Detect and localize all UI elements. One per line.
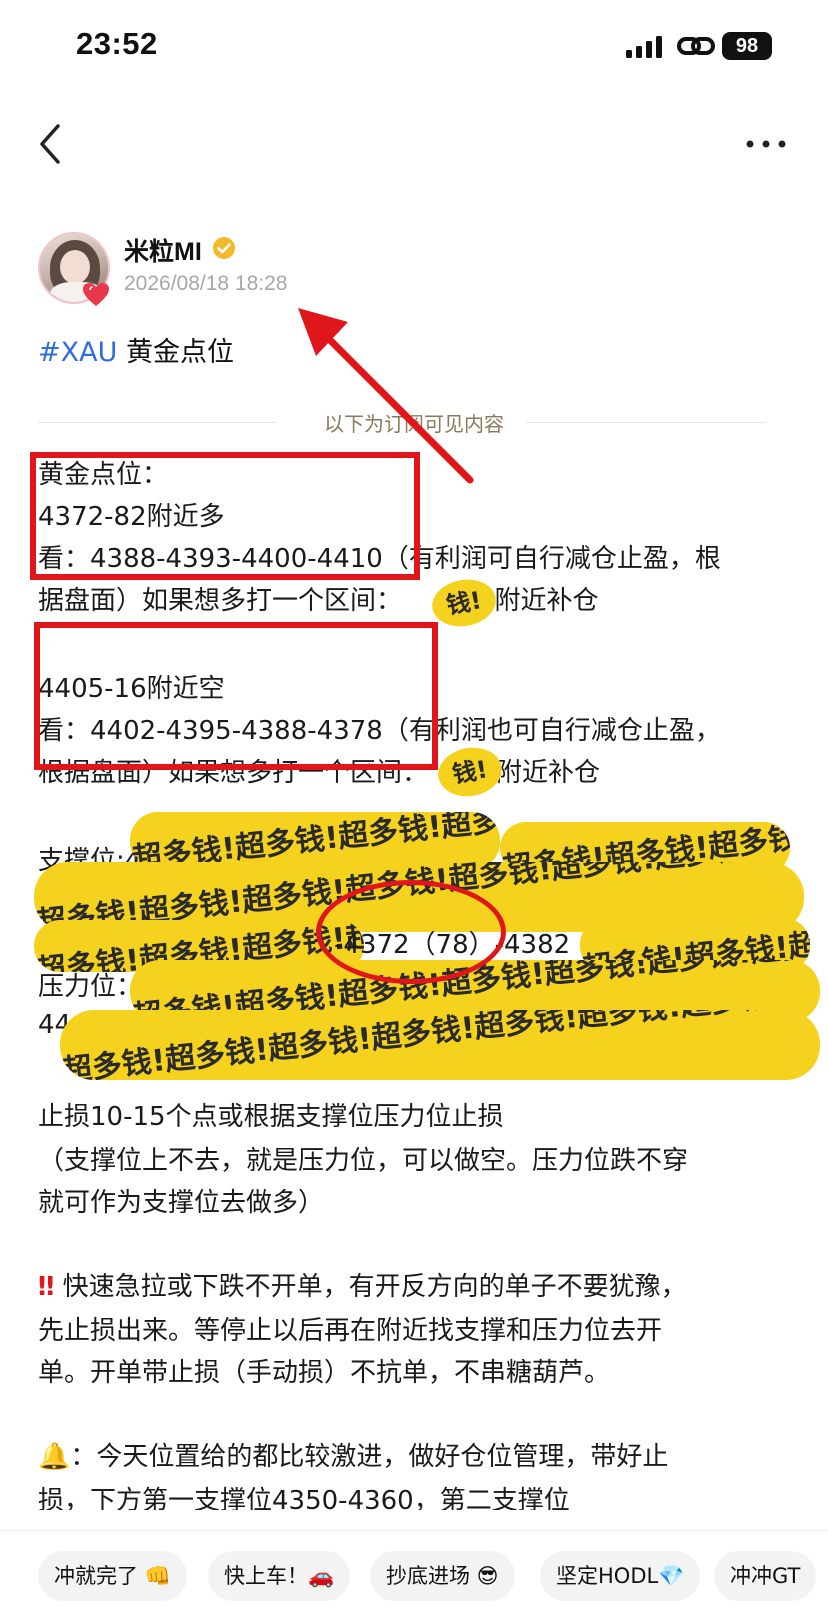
post-title: #XAU 黄金点位 [38, 330, 234, 369]
body-line: 附近补仓 [496, 758, 601, 788]
double-exclamation-icon: ‼ [38, 1272, 55, 1302]
link-icon [677, 37, 715, 55]
heart-icon [83, 283, 109, 306]
body-line: 损，下方第一支撑位4350-4360，第二支撑位 [38, 1486, 570, 1510]
divider-line-left [38, 422, 276, 423]
status-bar: 23:52 98 [0, 0, 828, 96]
chip-reaction[interactable]: 快上车！🚗 [208, 1551, 351, 1601]
body-line: 先止损出来。等停止以后再在附近找支撑和压力位去开 [38, 1316, 663, 1346]
censor-mark: 钱! [434, 742, 506, 802]
bell-icon: 🔔 [38, 1442, 71, 1472]
body-line: 止损10-15个点或根据支撑位压力位止损 [38, 1102, 504, 1132]
signal-icon [626, 36, 662, 58]
body-line: 就可作为支撑位去做多） [38, 1188, 325, 1218]
body-line: ‼ 快速急拉或下跌不开单，有开反方向的单子不要犹豫， [38, 1272, 687, 1302]
body-line: 单。开单带止损（手动损）不抗单，不串糖葫芦。 [38, 1358, 611, 1388]
author-name[interactable]: 米粒MI [124, 232, 202, 268]
more-icon[interactable] [744, 134, 788, 154]
body-line: （支撑位上不去，就是压力位，可以做空。压力位跌不穿 [38, 1146, 689, 1176]
annotation-box [34, 622, 438, 770]
body-line: 据盘面）如果想多打一个区间： [38, 586, 403, 616]
annotation-ellipse [316, 880, 506, 984]
annotation-box [30, 452, 420, 580]
chip-reaction[interactable]: 冲就完了 👊 [38, 1551, 187, 1601]
body-line: 🔔：今天位置给的都比较激进，做好仓位管理，带好止 [38, 1442, 669, 1472]
status-time: 23:52 [76, 26, 158, 61]
battery-level: 98 [722, 32, 772, 60]
post-time: 2026/08/18 18:28 [124, 272, 288, 295]
verified-icon [213, 237, 235, 259]
divider-line-right [526, 422, 766, 423]
reaction-chip-bar: 冲就完了 👊 快上车！🚗 抄底进场 😎 坚定HODL💎 冲冲GT [0, 1530, 828, 1619]
post-title-text: 黄金点位 [117, 337, 234, 368]
censor-band: 超多钱!超多钱!超多钱!超多钱!超多钱!超多钱!超多钱! [60, 1010, 820, 1080]
chip-reaction[interactable]: 坚定HODL💎 [540, 1551, 701, 1601]
back-icon[interactable] [36, 122, 66, 166]
chip-reaction[interactable]: 冲冲GT [714, 1551, 817, 1601]
hashtag-link[interactable]: #XAU [38, 337, 117, 368]
chip-reaction[interactable]: 抄底进场 😎 [370, 1551, 515, 1601]
body-line: 3附近补仓 [478, 586, 599, 616]
subscriber-divider-label: 以下为订阅可见内容 [324, 412, 504, 436]
